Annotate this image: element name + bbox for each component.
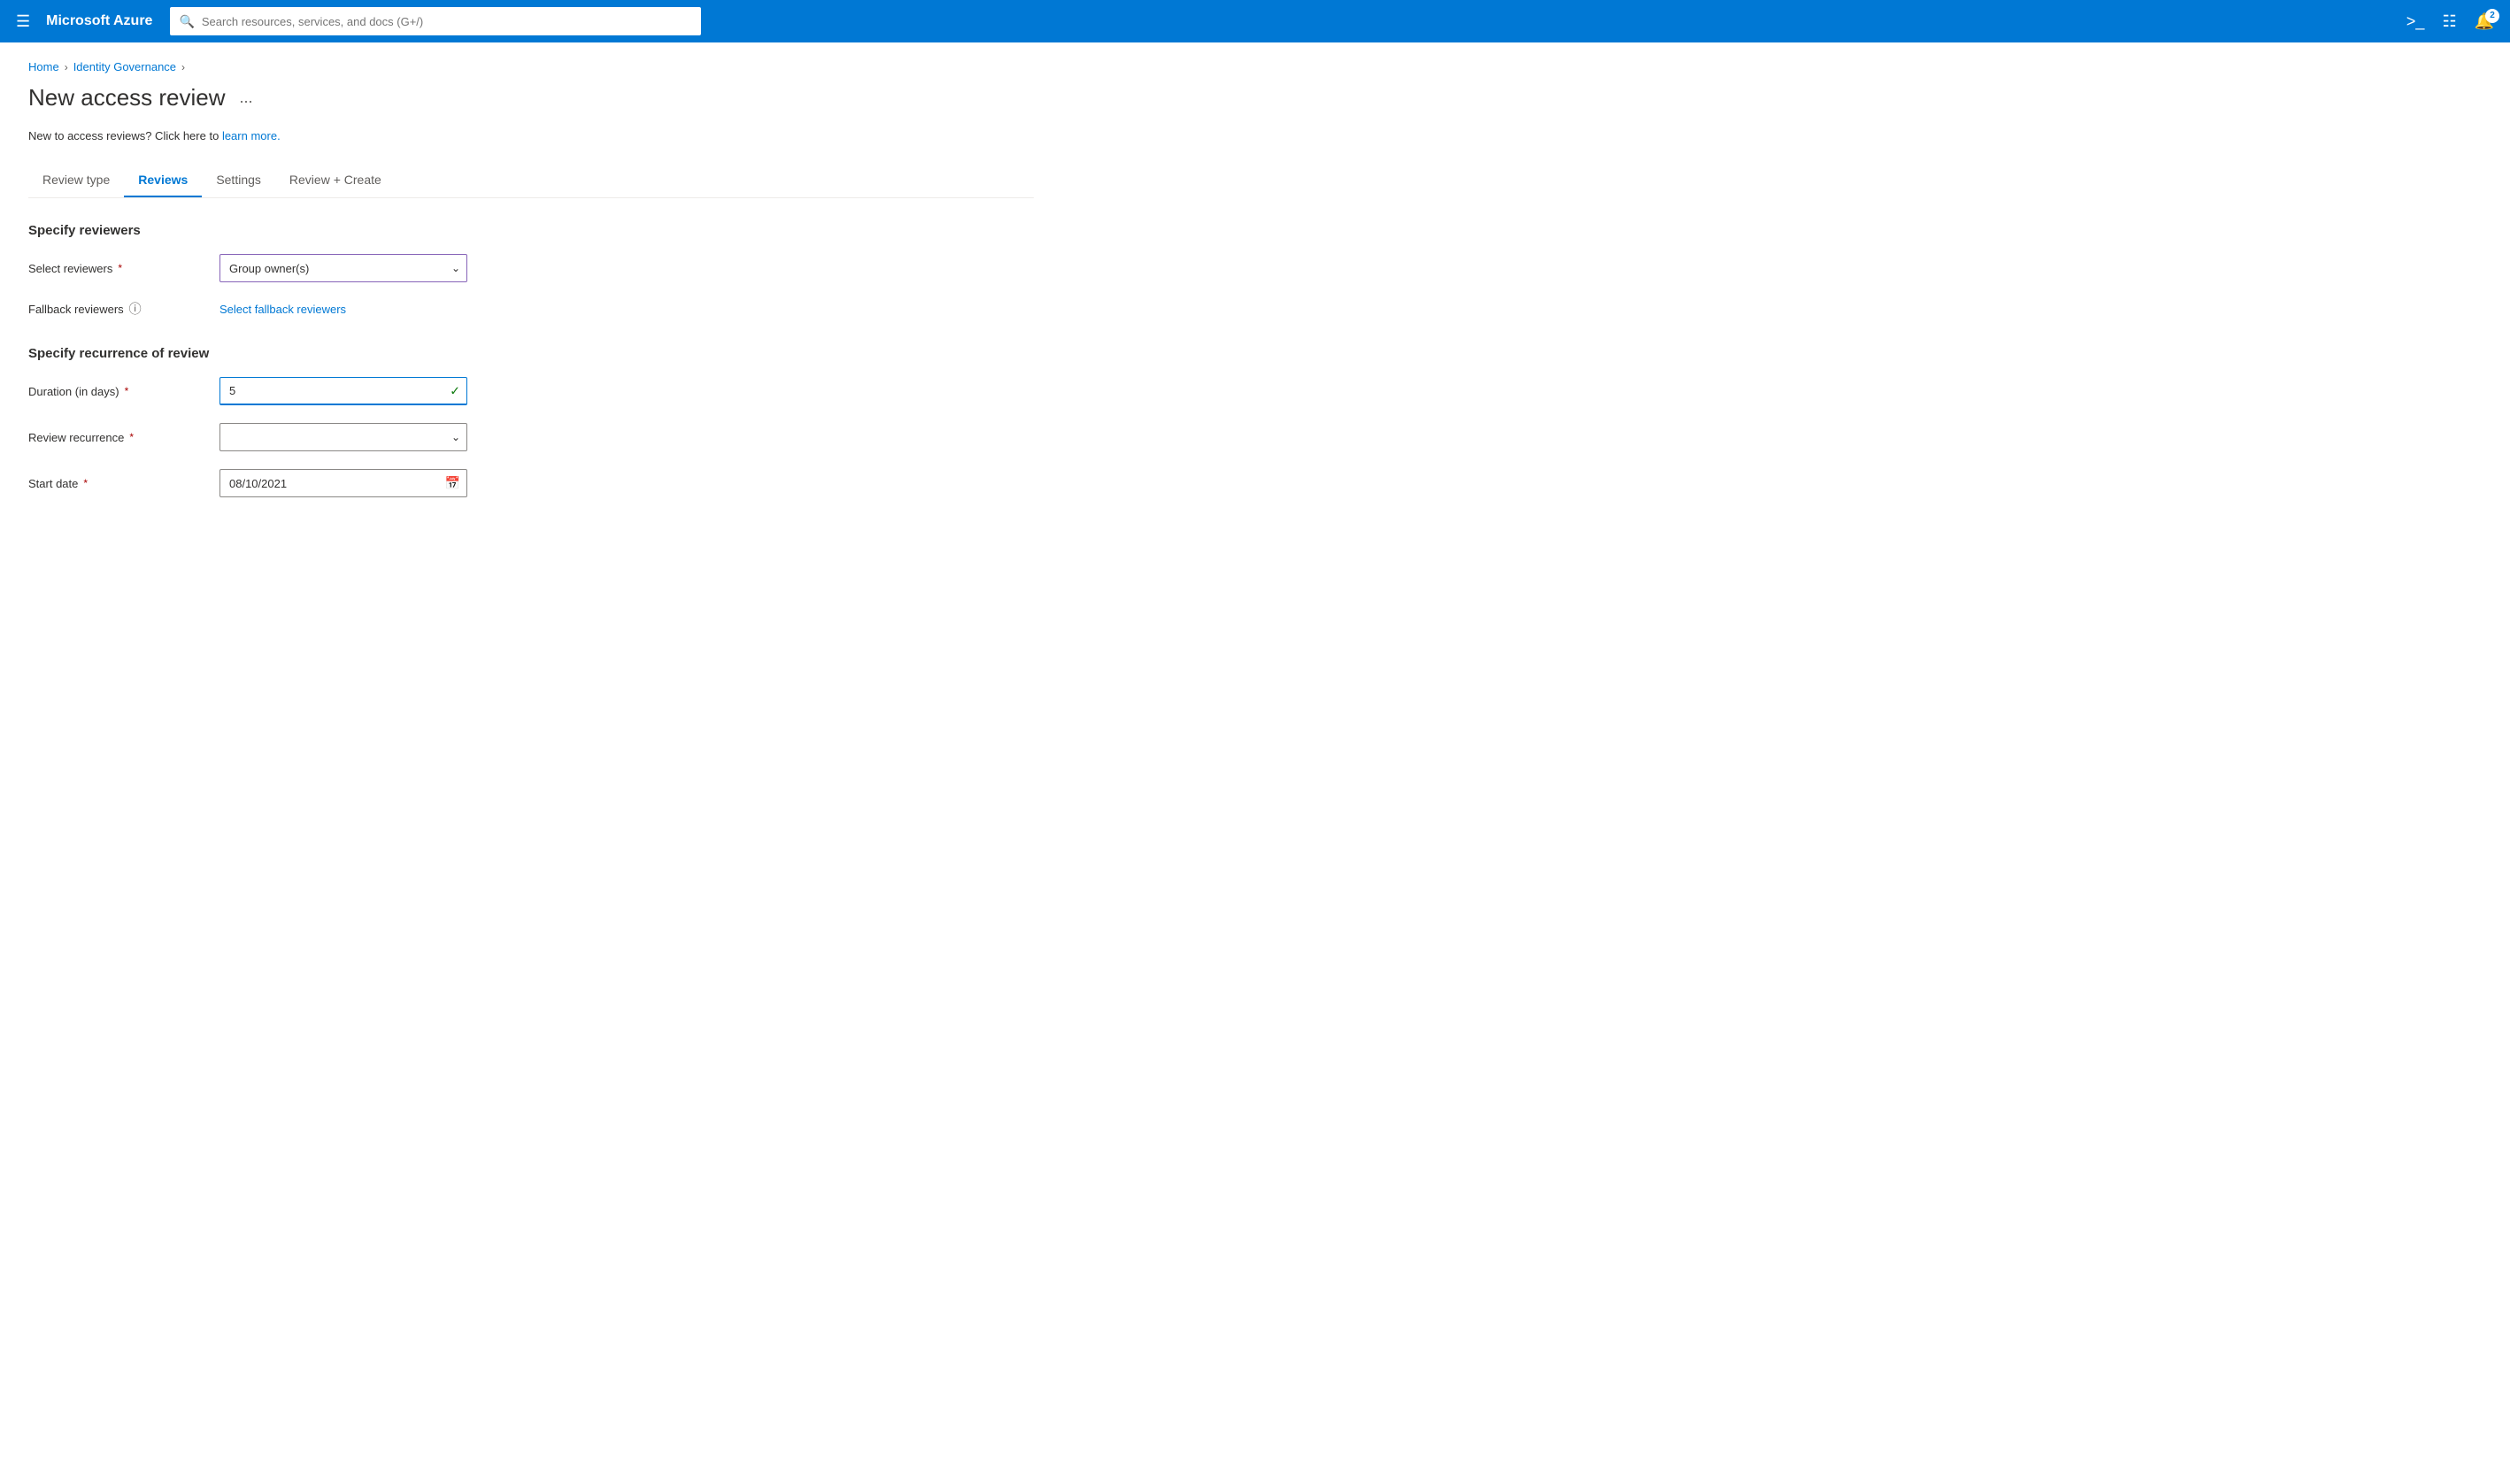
duration-check-icon: ✓ xyxy=(450,384,460,399)
review-recurrence-label-text: Review recurrence xyxy=(28,431,124,444)
search-bar: 🔍 xyxy=(170,7,701,35)
duration-row: Duration (in days) * ✓ xyxy=(28,377,1034,405)
duration-label-text: Duration (in days) xyxy=(28,385,119,398)
learn-more-link[interactable]: learn more. xyxy=(222,129,281,142)
fallback-reviewers-label: Fallback reviewers ⓘ xyxy=(28,300,205,318)
specify-recurrence-header: Specify recurrence of review xyxy=(28,346,1034,361)
start-date-required: * xyxy=(83,477,88,489)
review-recurrence-label: Review recurrence * xyxy=(28,431,205,444)
specify-recurrence-section: Specify recurrence of review Duration (i… xyxy=(28,346,1034,497)
start-date-row: Start date * 📅 xyxy=(28,469,1034,497)
search-input[interactable] xyxy=(202,15,693,28)
start-date-label: Start date * xyxy=(28,477,205,490)
topbar: ☰ Microsoft Azure 🔍 >_ ☷ 🔔 2 xyxy=(0,0,2510,42)
tab-review-create[interactable]: Review + Create xyxy=(275,164,396,197)
breadcrumb: Home › Identity Governance › xyxy=(28,60,1034,73)
tab-reviews[interactable]: Reviews xyxy=(124,164,202,197)
select-reviewers-wrapper: Group owner(s) Selected user(s) or group… xyxy=(219,254,467,282)
search-icon: 🔍 xyxy=(179,14,194,29)
breadcrumb-sep-2: › xyxy=(181,61,185,73)
main-content: Home › Identity Governance › New access … xyxy=(0,42,1062,543)
review-recurrence-row: Review recurrence * Weekly Monthly Quart… xyxy=(28,423,1034,451)
directory-button[interactable]: ☷ xyxy=(2437,9,2461,35)
page-title-row: New access review ... xyxy=(28,84,1034,111)
select-reviewers-label-text: Select reviewers xyxy=(28,262,112,275)
duration-label: Duration (in days) * xyxy=(28,385,205,398)
tab-review-type[interactable]: Review type xyxy=(28,164,124,197)
review-recurrence-dropdown[interactable]: Weekly Monthly Quarterly Semi-annually A… xyxy=(219,423,467,451)
duration-input[interactable] xyxy=(219,377,467,405)
breadcrumb-sep-1: › xyxy=(65,61,68,73)
duration-required: * xyxy=(125,385,129,397)
select-reviewers-dropdown[interactable]: Group owner(s) Selected user(s) or group… xyxy=(219,254,467,282)
review-recurrence-required: * xyxy=(129,431,134,443)
cloud-shell-button[interactable]: >_ xyxy=(2401,9,2430,35)
tabs-container: Review type Reviews Settings Review + Cr… xyxy=(28,164,1034,198)
notifications-button[interactable]: 🔔 2 xyxy=(2469,9,2499,35)
start-date-wrapper: 📅 xyxy=(219,469,467,497)
brand-name: Microsoft Azure xyxy=(46,13,152,29)
tab-settings[interactable]: Settings xyxy=(202,164,275,197)
select-reviewers-label: Select reviewers * xyxy=(28,262,205,275)
start-date-label-text: Start date xyxy=(28,477,78,490)
breadcrumb-home[interactable]: Home xyxy=(28,60,59,73)
specify-reviewers-header: Specify reviewers xyxy=(28,223,1034,238)
select-reviewers-row: Select reviewers * Group owner(s) Select… xyxy=(28,254,1034,282)
breadcrumb-identity-governance[interactable]: Identity Governance xyxy=(73,60,176,73)
specify-reviewers-section: Specify reviewers Select reviewers * Gro… xyxy=(28,223,1034,318)
page-title: New access review xyxy=(28,84,226,111)
notification-count: 2 xyxy=(2485,9,2499,23)
info-text: New to access reviews? Click here to lea… xyxy=(28,129,1034,142)
duration-input-wrapper: ✓ xyxy=(219,377,467,405)
fallback-reviewers-label-text: Fallback reviewers xyxy=(28,303,124,316)
hamburger-menu-button[interactable]: ☰ xyxy=(11,9,35,35)
review-recurrence-wrapper: Weekly Monthly Quarterly Semi-annually A… xyxy=(219,423,467,451)
fallback-reviewers-info-icon: ⓘ xyxy=(129,300,142,318)
select-fallback-reviewers-link[interactable]: Select fallback reviewers xyxy=(219,303,346,316)
select-reviewers-required: * xyxy=(118,262,122,274)
page-more-options-button[interactable]: ... xyxy=(235,87,258,109)
start-date-input[interactable] xyxy=(219,469,467,497)
topbar-icons: >_ ☷ 🔔 2 xyxy=(2401,9,2499,35)
fallback-reviewers-row: Fallback reviewers ⓘ Select fallback rev… xyxy=(28,300,1034,318)
info-text-prefix: New to access reviews? Click here to xyxy=(28,129,219,142)
